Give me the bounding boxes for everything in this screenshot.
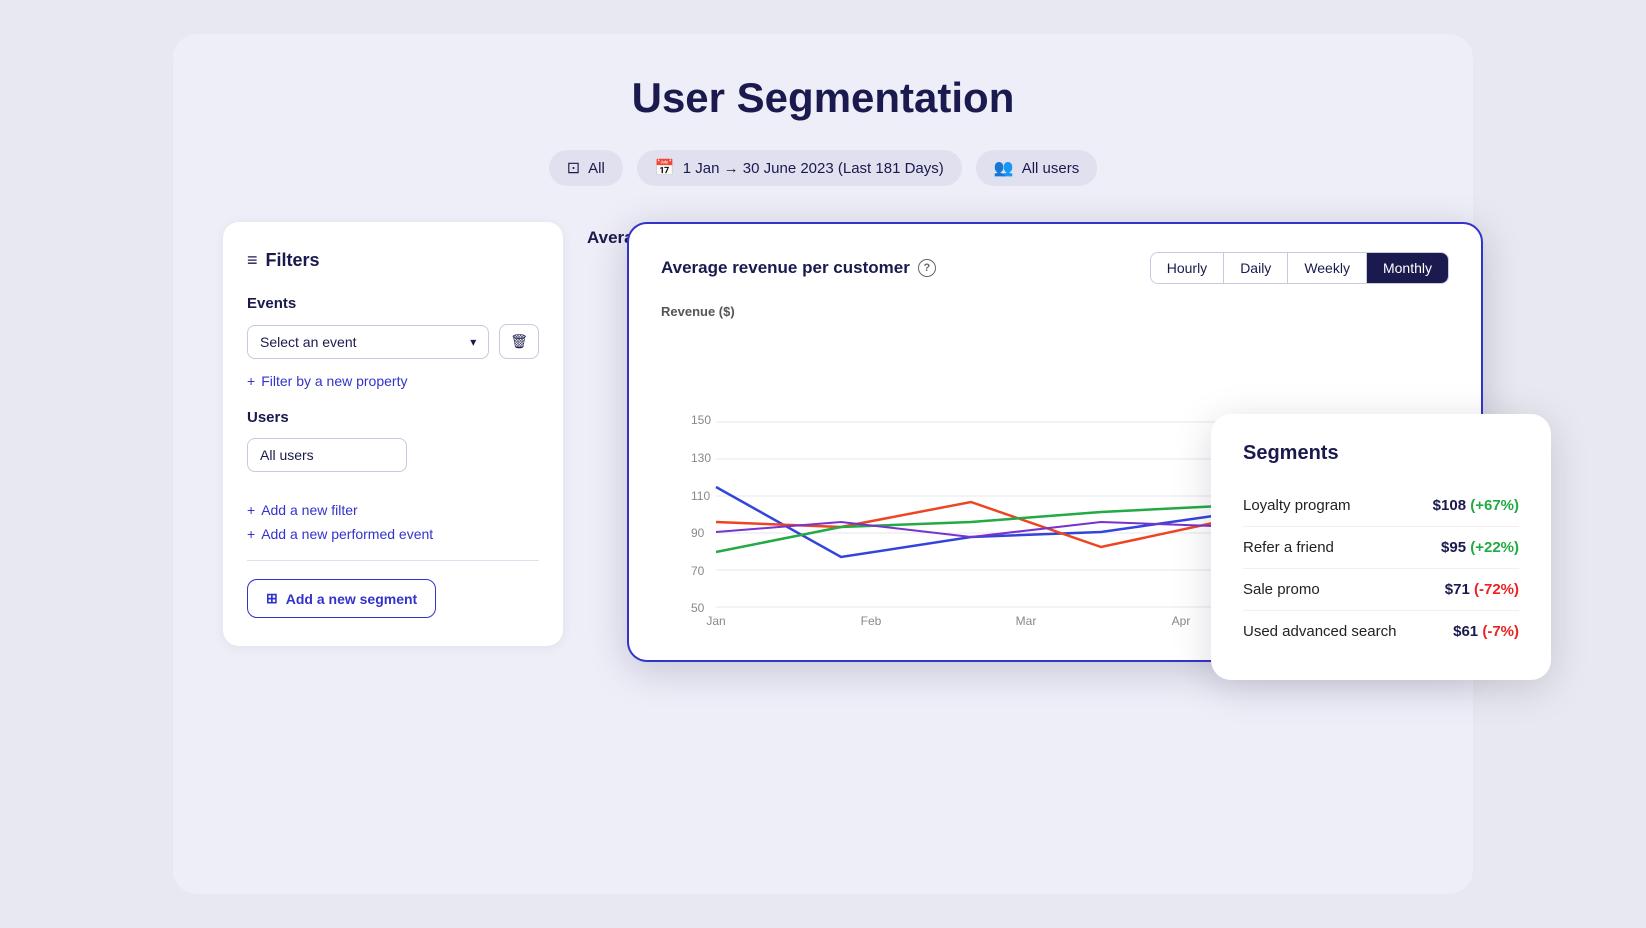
plus-icon: + [247, 373, 255, 389]
panel-divider [247, 560, 539, 561]
fg-time-toggle-group: Hourly Daily Weekly Monthly [1150, 252, 1449, 284]
hourly-btn-fg[interactable]: Hourly [1151, 253, 1224, 283]
segments-card: Segments Loyalty program $108 (+67%) Ref… [1211, 414, 1551, 680]
all-filter-label: All [588, 160, 605, 177]
users-filter-label: All users [1022, 160, 1080, 177]
date-filter-label: 1 Jan → 30 June 2023 (Last 181 Days) [683, 160, 944, 177]
filters-panel: ≡ Filters Events Select an event ▾ 🗑 + F… [223, 222, 563, 646]
svg-text:Mar: Mar [1016, 614, 1037, 627]
delete-event-button[interactable]: 🗑 [499, 324, 539, 359]
users-icon: 👥 [994, 158, 1014, 178]
segment-change-1: (+67%) [1470, 497, 1519, 514]
segment-name-3: Sale promo [1243, 581, 1445, 598]
chart-area: Average revenue per customer ? Hourly Da… [587, 222, 1423, 270]
event-dropdown-text: Select an event [260, 334, 357, 350]
segment-icon: ⊞ [266, 590, 278, 607]
app-container: User Segmentation ⊡ All 📅 1 Jan → 30 Jun… [173, 34, 1473, 894]
segment-name-1: Loyalty program [1243, 497, 1433, 514]
all-filter-pill[interactable]: ⊡ All [549, 150, 623, 186]
add-segment-button[interactable]: ⊞ Add a new segment [247, 579, 436, 618]
events-section-title: Events [247, 295, 539, 312]
event-selector: Select an event ▾ 🗑 [247, 324, 539, 359]
plus-icon-3: + [247, 526, 255, 542]
date-filter-pill[interactable]: 📅 1 Jan → 30 June 2023 (Last 181 Days) [637, 150, 962, 186]
segment-name-4: Used advanced search [1243, 623, 1453, 640]
fg-chart-header: Average revenue per customer ? Hourly Da… [661, 252, 1449, 284]
segment-value-3: $71 (-72%) [1445, 581, 1519, 598]
segment-row-2: Refer a friend $95 (+22%) [1243, 527, 1519, 569]
segment-change-2: (+22%) [1470, 539, 1519, 556]
segment-change-3: (-72%) [1474, 581, 1519, 598]
filter-icon: ≡ [247, 250, 258, 271]
section-divider: Users All users [247, 409, 539, 486]
svg-text:Apr: Apr [1172, 614, 1191, 627]
weekly-btn-fg[interactable]: Weekly [1288, 253, 1367, 283]
segment-change-4: (-7%) [1482, 623, 1519, 640]
svg-text:Jan: Jan [706, 614, 725, 627]
daily-btn-fg[interactable]: Daily [1224, 253, 1288, 283]
svg-text:50: 50 [691, 601, 705, 615]
svg-text:Feb: Feb [861, 614, 882, 627]
page-title: User Segmentation [223, 74, 1423, 122]
add-performed-event[interactable]: + Add a new performed event [247, 526, 539, 542]
segments-title: Segments [1243, 442, 1519, 465]
svg-text:150: 150 [691, 413, 711, 427]
segment-name-2: Refer a friend [1243, 539, 1441, 556]
svg-text:70: 70 [691, 564, 705, 578]
plus-icon-2: + [247, 502, 255, 518]
svg-text:90: 90 [691, 526, 705, 540]
fg-chart-title: Average revenue per customer ? [661, 258, 936, 278]
svg-text:110: 110 [691, 489, 710, 503]
y-axis-label: Revenue ($) [661, 304, 1449, 319]
segment-row-3: Sale promo $71 (-72%) [1243, 569, 1519, 611]
event-dropdown[interactable]: Select an event ▾ [247, 325, 489, 359]
segment-row-4: Used advanced search $61 (-7%) [1243, 611, 1519, 652]
monthly-btn-fg[interactable]: Monthly [1367, 253, 1448, 283]
chevron-down-icon: ▾ [470, 335, 476, 349]
chart-card-foreground: Average revenue per customer ? Hourly Da… [627, 222, 1483, 662]
calendar-icon: 📅 [655, 158, 675, 178]
info-icon-fg[interactable]: ? [918, 259, 936, 277]
filters-title: ≡ Filters [247, 250, 539, 271]
svg-text:130: 130 [691, 451, 711, 465]
segment-value-4: $61 (-7%) [1453, 623, 1519, 640]
monitor-icon: ⊡ [567, 158, 580, 178]
users-dropdown[interactable]: All users [247, 438, 407, 472]
users-section-title: Users [247, 409, 539, 426]
top-filters-bar: ⊡ All 📅 1 Jan → 30 June 2023 (Last 181 D… [223, 150, 1423, 186]
segment-value-2: $95 (+22%) [1441, 539, 1519, 556]
main-content: ≡ Filters Events Select an event ▾ 🗑 + F… [223, 222, 1423, 646]
add-new-filter[interactable]: + Add a new filter [247, 502, 539, 518]
segment-row-1: Loyalty program $108 (+67%) [1243, 485, 1519, 527]
users-filter-pill[interactable]: 👥 All users [976, 150, 1097, 186]
add-property-filter[interactable]: + Filter by a new property [247, 373, 539, 389]
segment-value-1: $108 (+67%) [1433, 497, 1519, 514]
